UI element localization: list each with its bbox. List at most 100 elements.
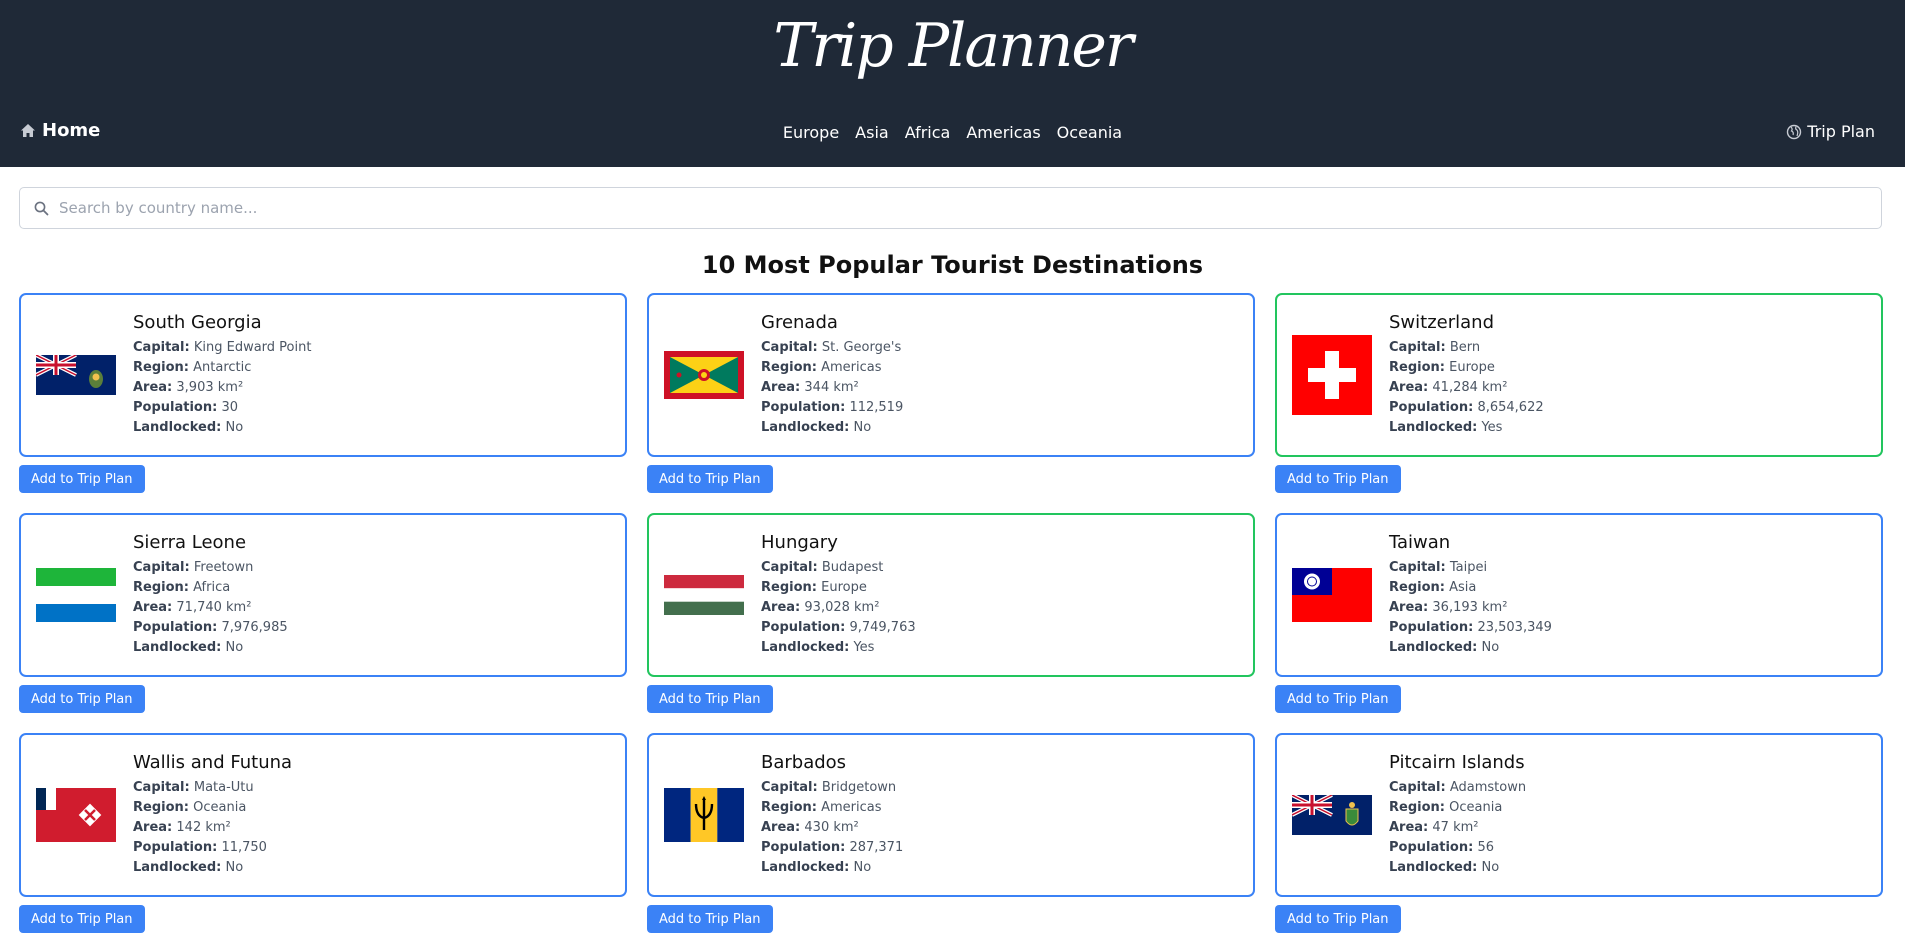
area-label: Area:: [761, 820, 801, 835]
globe-icon: [1787, 124, 1802, 139]
population-value: 112,519: [849, 400, 904, 415]
region-value: Oceania: [1449, 800, 1503, 815]
area-value: 344 km²: [804, 380, 859, 395]
region-label: Region:: [133, 360, 189, 375]
flag-barbados: [664, 785, 744, 845]
country-grid: South Georgia Capital: King Edward Point…: [19, 293, 1883, 939]
population-label: Population:: [133, 840, 218, 855]
country-cell: Wallis and Futuna Capital: Mata-Utu Regi…: [19, 733, 627, 939]
trip-plan-link[interactable]: Trip Plan: [1786, 122, 1875, 141]
region-label: Region:: [1389, 360, 1445, 375]
area-label: Area:: [1389, 600, 1429, 615]
country-name: Switzerland: [1389, 312, 1494, 333]
country-cell: Taiwan Capital: Taipei Region: Asia Area…: [1275, 513, 1883, 733]
country-name: Wallis and Futuna: [133, 752, 293, 773]
nav-africa[interactable]: Africa: [903, 121, 953, 144]
country-card: Barbados Capital: Bridgetown Region: Ame…: [647, 733, 1255, 897]
landlocked-label: Landlocked:: [133, 860, 222, 875]
capital-label: Capital:: [761, 560, 818, 575]
add-to-trip-plan-button[interactable]: Add to Trip Plan: [1275, 905, 1401, 933]
country-card: South Georgia Capital: King Edward Point…: [19, 293, 627, 457]
region-label: Region:: [761, 800, 817, 815]
population-value: 9,749,763: [849, 620, 916, 635]
capital-label: Capital:: [133, 340, 190, 355]
area-value: 41,284 km²: [1432, 380, 1508, 395]
landlocked-label: Landlocked:: [761, 420, 850, 435]
add-to-trip-plan-button[interactable]: Add to Trip Plan: [647, 465, 773, 493]
country-name: Pitcairn Islands: [1389, 752, 1525, 773]
population-label: Population:: [133, 400, 218, 415]
area-value: 93,028 km²: [804, 600, 880, 615]
country-card: Grenada Capital: St. George's Region: Am…: [647, 293, 1255, 457]
country-name: Hungary: [761, 532, 838, 553]
area-value: 36,193 km²: [1432, 600, 1508, 615]
trip-plan-label: Trip Plan: [1807, 122, 1875, 141]
flag-wallis-and-futuna: [36, 785, 116, 845]
region-value: Africa: [193, 580, 231, 595]
population-label: Population:: [1389, 620, 1474, 635]
capital-value: Freetown: [193, 560, 254, 575]
area-value: 3,903 km²: [176, 380, 244, 395]
add-to-trip-plan-button[interactable]: Add to Trip Plan: [647, 685, 773, 713]
landlocked-label: Landlocked:: [1389, 640, 1478, 655]
country-card: Taiwan Capital: Taipei Region: Asia Area…: [1275, 513, 1883, 677]
capital-value: St. George's: [821, 340, 902, 355]
add-to-trip-plan-button[interactable]: Add to Trip Plan: [1275, 465, 1401, 493]
region-value: Americas: [821, 800, 882, 815]
area-value: 142 km²: [176, 820, 231, 835]
country-card: Hungary Capital: Budapest Region: Europe…: [647, 513, 1255, 677]
add-to-trip-plan-button[interactable]: Add to Trip Plan: [1275, 685, 1401, 713]
country-card: Wallis and Futuna Capital: Mata-Utu Regi…: [19, 733, 627, 897]
nav-americas[interactable]: Americas: [964, 121, 1042, 144]
country-name: Grenada: [761, 312, 838, 333]
area-label: Area:: [761, 600, 801, 615]
capital-value: Taipei: [1449, 560, 1488, 575]
landlocked-label: Landlocked:: [761, 640, 850, 655]
landlocked-value: Yes: [1481, 420, 1503, 435]
population-label: Population:: [761, 620, 846, 635]
add-to-trip-plan-button[interactable]: Add to Trip Plan: [647, 905, 773, 933]
region-value: Europe: [1449, 360, 1495, 375]
area-label: Area:: [1389, 820, 1429, 835]
population-value: 23,503,349: [1477, 620, 1552, 635]
landlocked-label: Landlocked:: [1389, 860, 1478, 875]
population-value: 56: [1477, 840, 1494, 855]
capital-label: Capital:: [133, 560, 190, 575]
region-nav: Europe Asia Africa Americas Oceania: [0, 121, 1905, 144]
country-cell: South Georgia Capital: King Edward Point…: [19, 293, 627, 513]
add-to-trip-plan-button[interactable]: Add to Trip Plan: [19, 685, 145, 713]
search-input[interactable]: [59, 199, 1881, 217]
home-link[interactable]: Home: [20, 120, 100, 141]
capital-label: Capital:: [761, 780, 818, 795]
landlocked-label: Landlocked:: [133, 420, 222, 435]
capital-value: King Edward Point: [193, 340, 312, 355]
nav-asia[interactable]: Asia: [853, 121, 891, 144]
capital-value: Budapest: [821, 560, 884, 575]
section-title: 10 Most Popular Tourist Destinations: [701, 251, 1204, 279]
area-label: Area:: [133, 600, 173, 615]
landlocked-value: No: [225, 860, 244, 875]
region-value: Europe: [821, 580, 867, 595]
landlocked-value: No: [853, 860, 872, 875]
region-value: Americas: [821, 360, 882, 375]
country-card: Sierra Leone Capital: Freetown Region: A…: [19, 513, 627, 677]
area-label: Area:: [133, 820, 173, 835]
add-to-trip-plan-button[interactable]: Add to Trip Plan: [19, 905, 145, 933]
country-cell: Sierra Leone Capital: Freetown Region: A…: [19, 513, 627, 733]
area-label: Area:: [761, 380, 801, 395]
country-card: Pitcairn Islands Capital: Adamstown Regi…: [1275, 733, 1883, 897]
region-label: Region:: [1389, 580, 1445, 595]
area-label: Area:: [1389, 380, 1429, 395]
area-value: 430 km²: [804, 820, 859, 835]
add-to-trip-plan-button[interactable]: Add to Trip Plan: [19, 465, 145, 493]
country-cell: Hungary Capital: Budapest Region: Europe…: [647, 513, 1255, 733]
search-bar: [19, 187, 1882, 229]
population-value: 8,654,622: [1477, 400, 1544, 415]
country-cell: Pitcairn Islands Capital: Adamstown Regi…: [1275, 733, 1883, 939]
nav-europe[interactable]: Europe: [781, 121, 841, 144]
flag-grenada: [664, 345, 744, 405]
area-value: 71,740 km²: [176, 600, 252, 615]
landlocked-label: Landlocked:: [1389, 420, 1478, 435]
nav-oceania[interactable]: Oceania: [1055, 121, 1124, 144]
capital-label: Capital:: [1389, 340, 1446, 355]
